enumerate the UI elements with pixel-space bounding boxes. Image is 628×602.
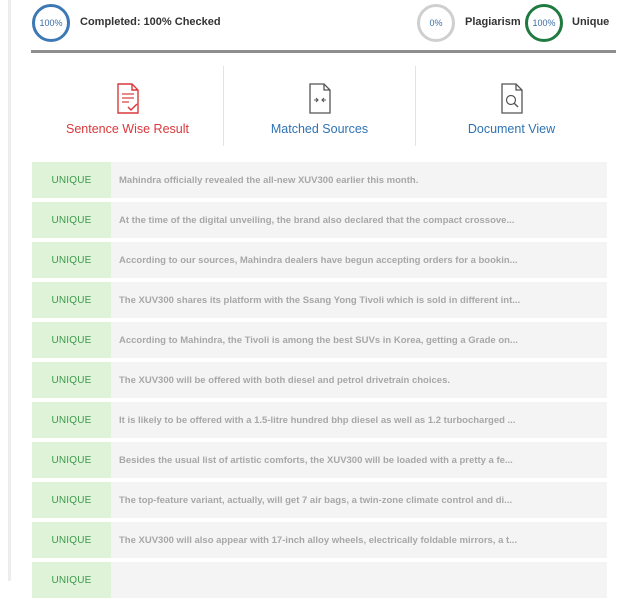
result-row[interactable]: UNIQUE The top-feature variant, actually…	[32, 482, 607, 518]
tab-sentence-wise-result[interactable]: Sentence Wise Result	[32, 66, 223, 146]
status-badge: UNIQUE	[32, 522, 111, 558]
sentence-text: The XUV300 will be offered with both die…	[111, 362, 607, 398]
completed-progress-ring: 100%	[32, 4, 70, 42]
tab-label: Sentence Wise Result	[66, 122, 189, 136]
plagiarism-progress-ring: 0%	[417, 4, 455, 42]
completed-label: Completed: 100% Checked	[80, 16, 221, 28]
status-badge: UNIQUE	[32, 282, 111, 318]
result-row[interactable]: UNIQUE The XUV300 shares its platform wi…	[32, 282, 607, 318]
result-row[interactable]: UNIQUE At the time of the digital unveil…	[32, 202, 607, 238]
sentence-results-list: UNIQUE Mahindra officially revealed the …	[32, 162, 607, 602]
sentence-text: It is likely to be offered with a 1.5-li…	[111, 402, 607, 438]
left-border	[8, 0, 11, 581]
tab-matched-sources[interactable]: Matched Sources	[223, 66, 415, 146]
status-badge: UNIQUE	[32, 562, 111, 598]
result-row[interactable]: UNIQUE Mahindra officially revealed the …	[32, 162, 607, 198]
unique-progress-ring: 100%	[525, 4, 563, 42]
sentence-text: At the time of the digital unveiling, th…	[111, 202, 607, 238]
status-badge: UNIQUE	[32, 362, 111, 398]
document-search-icon	[500, 83, 523, 114]
result-row[interactable]: UNIQUE The XUV300 will also appear with …	[32, 522, 607, 558]
result-row[interactable]: UNIQUE	[32, 562, 607, 598]
status-badge: UNIQUE	[32, 402, 111, 438]
sentence-text: According to our sources, Mahindra deale…	[111, 242, 607, 278]
sentence-text: The XUV300 will also appear with 17-inch…	[111, 522, 607, 558]
tab-document-view[interactable]: Document View	[415, 66, 607, 146]
status-badge: UNIQUE	[32, 242, 111, 278]
result-row[interactable]: UNIQUE The XUV300 will be offered with b…	[32, 362, 607, 398]
status-badge: UNIQUE	[32, 322, 111, 358]
plagiarism-label: Plagiarism	[465, 16, 521, 28]
sentence-text	[111, 562, 607, 598]
sentence-text: Mahindra officially revealed the all-new…	[111, 162, 607, 198]
result-tabs: Sentence Wise Result Matched Sources Doc…	[32, 66, 607, 146]
sentence-text: Besides the usual list of artistic comfo…	[111, 442, 607, 478]
status-bar: 100% Completed: 100% Checked 0% Plagiari…	[30, 4, 616, 48]
status-badge: UNIQUE	[32, 482, 111, 518]
status-badge: UNIQUE	[32, 202, 111, 238]
status-badge: UNIQUE	[32, 442, 111, 478]
status-divider	[31, 50, 616, 53]
result-row[interactable]: UNIQUE It is likely to be offered with a…	[32, 402, 607, 438]
document-compare-icon	[308, 83, 331, 114]
result-row[interactable]: UNIQUE Besides the usual list of artisti…	[32, 442, 607, 478]
status-badge: UNIQUE	[32, 162, 111, 198]
document-check-icon	[116, 83, 139, 114]
result-row[interactable]: UNIQUE According to Mahindra, the Tivoli…	[32, 322, 607, 358]
tab-label: Matched Sources	[270, 122, 369, 136]
unique-label: Unique	[572, 16, 610, 28]
result-row[interactable]: UNIQUE According to our sources, Mahindr…	[32, 242, 607, 278]
sentence-text: According to Mahindra, the Tivoli is amo…	[111, 322, 607, 358]
sentence-text: The top-feature variant, actually, will …	[111, 482, 607, 518]
tab-label: Document View	[467, 122, 556, 136]
sentence-text: The XUV300 shares its platform with the …	[111, 282, 607, 318]
